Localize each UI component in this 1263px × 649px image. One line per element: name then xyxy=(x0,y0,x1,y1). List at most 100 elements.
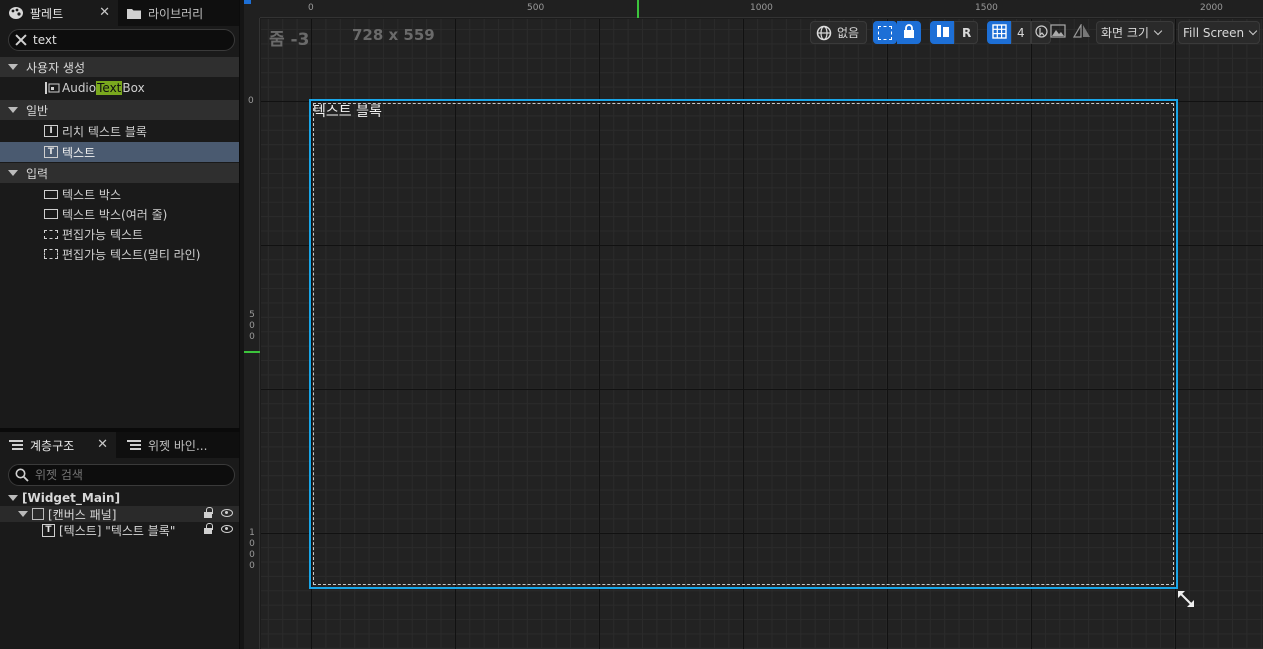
respect-locks-icon xyxy=(936,24,950,41)
tree-item-label: [캔버스 패널] xyxy=(48,507,117,522)
palette-item-label: 텍스트 박스(여러 줄) xyxy=(62,207,168,222)
row-actions xyxy=(203,507,233,518)
outline-toggle-button[interactable] xyxy=(873,21,897,44)
fill-screen-dropdown[interactable]: Fill Screen xyxy=(1178,21,1260,44)
hierarchy-tabbar: 계층구조 ✕ 위젯 바인... xyxy=(0,432,239,458)
ruler-corner xyxy=(244,0,260,18)
clear-search-icon[interactable] xyxy=(15,34,27,46)
close-icon[interactable]: ✕ xyxy=(99,5,110,20)
flip-icon[interactable] xyxy=(1072,22,1091,41)
palette-item-label-post: Box xyxy=(122,81,145,95)
tree-root-widget-main[interactable]: [Widget_Main] xyxy=(0,490,239,506)
zoom-level: 줌 -3 xyxy=(269,30,310,50)
text-icon: T xyxy=(44,146,58,158)
hierarchy-search-input[interactable] xyxy=(35,468,215,482)
tab-palette[interactable]: 팔레트 ✕ xyxy=(0,0,118,26)
ruler-label: 0 xyxy=(308,3,314,13)
palette-item-label: 텍스트 박스 xyxy=(62,187,122,202)
tree-item-text-block[interactable]: T [텍스트] "텍스트 블록" xyxy=(0,522,239,538)
search-highlight: Text xyxy=(96,81,123,95)
palette-item-label: 텍스트 xyxy=(62,145,96,160)
eye-icon[interactable] xyxy=(221,525,233,533)
lock-icon xyxy=(903,24,915,41)
screen-size-dropdown[interactable]: 화면 크기 xyxy=(1096,21,1174,44)
expand-triangle-icon xyxy=(8,107,18,113)
expand-triangle-icon xyxy=(8,495,18,501)
category-common[interactable]: 일반 xyxy=(0,100,239,120)
canvas-panel-icon xyxy=(32,508,44,520)
ruler-label: 2000 xyxy=(1200,3,1223,13)
palette-item-rich-text-block[interactable]: I 리치 텍스트 블록 xyxy=(0,121,239,141)
palette-item-label-pre: Audio xyxy=(62,81,97,95)
designer-viewport[interactable]: 0 500 1000 1500 2000 0 500 1000 줌 -3 728… xyxy=(244,0,1263,649)
cursor-marker-v xyxy=(244,351,260,353)
lock-toggle-button[interactable] xyxy=(897,21,921,44)
palette-item-text-box[interactable]: 텍스트 박스 xyxy=(0,184,239,204)
category-input[interactable]: 입력 xyxy=(0,163,239,183)
respect-locks-button[interactable] xyxy=(930,21,954,44)
palette-search-value: text xyxy=(33,33,57,47)
left-panels: 팔레트 ✕ 라이브러리 text 사용자 생성 Audio Text Box 일… xyxy=(0,0,240,649)
close-icon[interactable]: ✕ xyxy=(97,437,108,452)
hierarchy-search[interactable] xyxy=(8,464,235,486)
respect-label: R xyxy=(962,25,972,40)
expand-triangle-icon xyxy=(18,511,28,517)
canvas-panel-bounds xyxy=(313,103,1174,585)
tab-hierarchy-label: 계층구조 xyxy=(30,438,75,453)
grid-size-label: 4 xyxy=(1017,25,1025,40)
palette-search[interactable]: text xyxy=(8,29,235,51)
palette-item-editable-text[interactable]: 편집가능 텍스트 xyxy=(0,224,239,244)
palette-item-label: 편집가능 텍스트(멀티 라인) xyxy=(62,247,201,262)
editable-text-icon xyxy=(44,229,58,239)
fill-screen-label: Fill Screen xyxy=(1183,25,1245,40)
resize-handle-icon[interactable] xyxy=(1177,590,1195,608)
locale-preview-button[interactable]: 없음 xyxy=(810,21,867,44)
category-label: 입력 xyxy=(26,166,49,181)
palette-item-audio-text-box[interactable]: Audio Text Box xyxy=(0,78,239,98)
multiline-text-box-icon xyxy=(44,209,58,219)
horizontal-ruler: 0 500 1000 1500 2000 xyxy=(260,0,1263,18)
hierarchy-icon xyxy=(8,438,24,452)
chevron-down-icon xyxy=(1153,26,1163,36)
palette-item-multiline-text-box[interactable]: 텍스트 박스(여러 줄) xyxy=(0,204,239,224)
editable-multiline-text-icon xyxy=(44,249,58,259)
cursor-icon xyxy=(1035,24,1048,41)
row-actions xyxy=(203,523,233,534)
grid-snap-button[interactable] xyxy=(987,21,1011,44)
eye-icon[interactable] xyxy=(221,509,233,517)
background-image-icon[interactable] xyxy=(1050,24,1066,41)
lock-icon[interactable] xyxy=(203,507,213,518)
tree-item-label: [텍스트] "텍스트 블록" xyxy=(59,523,176,538)
chevron-down-icon xyxy=(1248,26,1258,36)
search-icon xyxy=(15,468,29,482)
respect-toggle-button[interactable]: R xyxy=(954,21,978,44)
canvas-widget-selection[interactable]: 텍스트 블록 xyxy=(309,99,1178,589)
tab-library[interactable]: 라이브러리 xyxy=(118,0,238,26)
grid-size-button[interactable]: 4 xyxy=(1011,21,1031,44)
expand-triangle-icon xyxy=(8,170,18,176)
text-icon: T xyxy=(42,523,55,537)
ruler-label: 0 xyxy=(248,96,254,106)
pointer-mode-button[interactable] xyxy=(1031,21,1051,44)
ruler-label: 500 xyxy=(527,3,545,13)
lock-icon[interactable] xyxy=(203,523,213,534)
category-user-created[interactable]: 사용자 생성 xyxy=(0,57,239,77)
tab-library-label: 라이브러리 xyxy=(148,6,204,21)
palette-item-editable-text-multiline[interactable]: 편집가능 텍스트(멀티 라인) xyxy=(0,244,239,264)
globe-icon xyxy=(816,25,832,41)
palette-item-text[interactable]: T 텍스트 xyxy=(0,142,239,162)
folder-icon xyxy=(126,6,142,20)
resolution-readout: 728 x 559 xyxy=(352,26,435,44)
tab-bindings-label: 위젯 바인... xyxy=(148,438,208,453)
dashed-outline-icon xyxy=(878,25,892,40)
bindings-icon xyxy=(126,438,142,452)
widget-icon xyxy=(44,82,60,94)
grid-icon xyxy=(992,23,1007,42)
cursor-marker-h xyxy=(637,0,639,18)
tab-hierarchy[interactable]: 계층구조 ✕ xyxy=(0,432,116,458)
tree-item-canvas-panel[interactable]: [캔버스 패널] xyxy=(0,506,239,522)
category-label: 일반 xyxy=(26,103,49,118)
text-block-preview[interactable]: 텍스트 블록 xyxy=(313,101,382,121)
tab-bindings[interactable]: 위젯 바인... xyxy=(118,432,239,458)
tree-root-label: [Widget_Main] xyxy=(22,491,121,505)
